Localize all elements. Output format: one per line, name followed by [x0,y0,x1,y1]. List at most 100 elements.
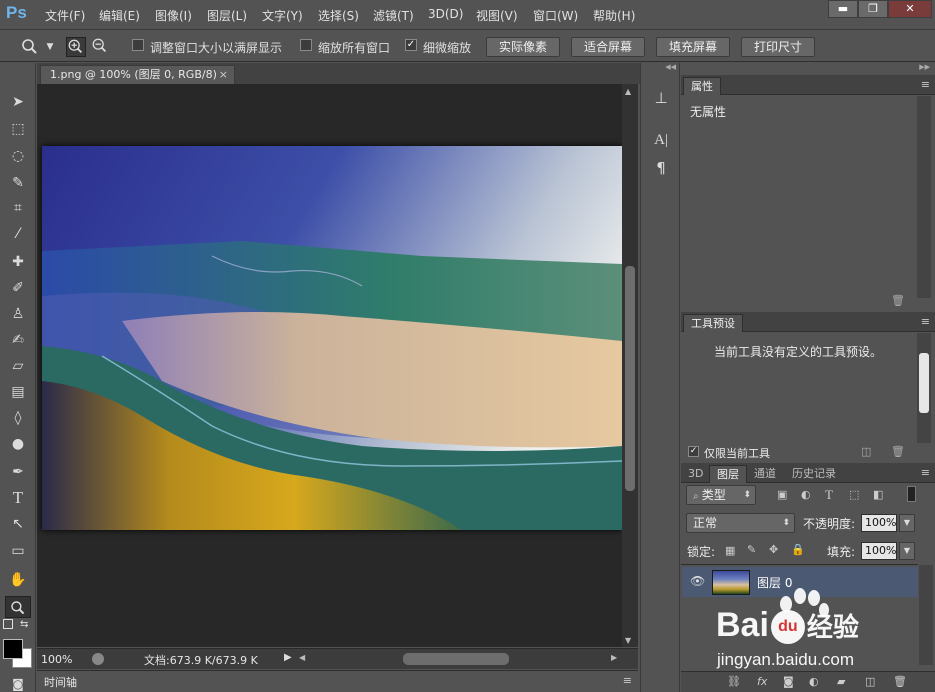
fill-dropdown-icon[interactable]: ▼ [899,542,915,560]
close-tab-icon[interactable]: × [219,66,228,83]
menu-layer[interactable]: 图层(L) [207,7,247,24]
pen-tool-icon[interactable]: ✒ [5,461,31,483]
lock-pixels-icon[interactable]: ✎ [747,543,756,556]
menu-select[interactable]: 选择(S) [318,7,359,24]
timeline-menu-icon[interactable]: ≡ [623,674,632,687]
zoom-level-field[interactable]: 100% [41,652,85,667]
eye-icon[interactable]: 👁 [690,574,705,588]
new-tool-preset-icon[interactable]: ◫ [861,445,871,458]
zoom-out-icon[interactable] [90,37,110,57]
filter-adjustment-icon[interactable]: ◐ [801,488,811,501]
foreground-color-swatch[interactable] [3,639,23,659]
lasso-tool-icon[interactable]: ◌ [5,145,31,167]
minimize-button[interactable]: ▬ [828,0,858,18]
maximize-button[interactable]: ❐ [858,0,888,18]
hand-tool-icon[interactable]: ✋ [5,569,31,591]
layers-menu-icon[interactable]: ≡ [921,466,930,479]
clone-stamp-tool-icon[interactable]: ♙ [5,303,31,325]
menu-file[interactable]: 文件(F) [45,7,85,24]
filter-pixel-icon[interactable]: ▣ [777,488,787,501]
menu-filter[interactable]: 滤镜(T) [373,7,414,24]
scrubby-zoom-checkbox[interactable]: ✓ [405,39,417,51]
filter-toggle-switch[interactable] [907,486,916,502]
zoom-all-windows-checkbox[interactable] [300,39,312,51]
dock-collapse-icon[interactable]: ◀◀ [641,63,679,71]
rectangle-tool-icon[interactable]: ▭ [5,540,31,562]
dodge-tool-icon[interactable]: ● [5,433,31,455]
actual-pixels-button[interactable]: 实际像素 [486,37,560,57]
default-colors-icon[interactable] [3,619,13,629]
status-menu-arrow-icon[interactable]: ▶ [284,652,292,663]
crop-tool-icon[interactable]: ⌗ [5,197,31,219]
horizontal-scroll-thumb[interactable] [403,653,509,665]
tab-tool-presets[interactable]: 工具预设 [683,314,743,332]
blend-mode-select[interactable]: 正常 ⬍ [686,513,795,533]
lock-transparent-icon[interactable]: ▦ [725,544,735,557]
gradient-tool-icon[interactable]: ▤ [5,381,31,403]
timeline-panel-bar[interactable]: 时间轴 ≡ [37,670,638,692]
tool-presets-scroll-thumb[interactable] [919,353,929,413]
lock-all-icon[interactable]: 🔒 [791,543,805,556]
delete-tool-preset-icon[interactable]: 🗑 [891,445,905,458]
document-tab[interactable]: 1.png @ 100% (图层 0, RGB/8) × [40,65,235,84]
properties-scrollbar[interactable] [917,96,931,298]
vertical-scroll-thumb[interactable] [625,266,635,491]
menu-view[interactable]: 视图(V) [476,7,518,24]
tab-layers[interactable]: 图层 [709,465,747,483]
menu-help[interactable]: 帮助(H) [593,7,635,24]
zoom-tool-icon[interactable] [5,596,31,618]
zoom-in-icon[interactable] [66,37,86,57]
properties-menu-icon[interactable]: ≡ [921,78,930,91]
lock-position-icon[interactable]: ✥ [769,543,778,556]
swap-colors-icon[interactable]: ⇆ [20,619,28,630]
print-size-button[interactable]: 打印尺寸 [741,37,815,57]
tab-channels[interactable]: 通道 [747,465,783,483]
opacity-field[interactable]: 100% [861,514,897,532]
panels-collapse-icon[interactable]: ▶▶ [919,63,930,71]
eyedropper-tool-icon[interactable]: ⁄ [5,223,31,245]
type-tool-icon[interactable]: T [5,487,31,509]
eraser-tool-icon[interactable]: ▱ [5,355,31,377]
status-info-icon[interactable] [92,653,104,665]
menu-window[interactable]: 窗口(W) [533,7,578,24]
current-tool-only-checkbox[interactable]: ✓ [688,446,699,457]
filter-shape-icon[interactable]: ⬚ [849,488,859,501]
menu-image[interactable]: 图像(I) [155,7,192,24]
resize-windows-checkbox[interactable] [132,39,144,51]
menu-edit[interactable]: 编辑(E) [99,7,140,24]
paragraph-panel-icon[interactable]: ¶ [649,157,673,179]
tool-presets-scrollbar[interactable] [917,333,931,443]
scroll-up-icon[interactable]: ▲ [625,87,631,96]
menu-type[interactable]: 文字(Y) [262,7,303,24]
vertical-scrollbar[interactable]: ▲ ▼ [622,84,638,647]
fit-screen-button[interactable]: 适合屏幕 [571,37,645,57]
tool-presets-menu-icon[interactable]: ≡ [921,315,930,328]
zoom-tool-preset-icon[interactable] [20,37,40,57]
tab-history[interactable]: 历史记录 [785,465,843,483]
quick-mask-icon[interactable]: ◙ [5,673,31,692]
blur-tool-icon[interactable]: ◊ [5,407,31,429]
tab-properties[interactable]: 属性 [683,77,721,95]
path-selection-tool-icon[interactable]: ↖ [5,513,31,535]
brush-tool-icon[interactable]: ✐ [5,277,31,299]
scroll-left-icon[interactable]: ◀ [299,653,305,662]
chevron-down-icon[interactable]: ▼ [40,37,60,57]
character-panel-icon[interactable]: A| [649,129,673,151]
fill-field[interactable]: 100% [861,542,897,560]
filter-type-icon[interactable]: T [825,487,833,503]
tab-3d[interactable]: 3D [681,465,710,483]
filter-smart-object-icon[interactable]: ◧ [873,488,883,501]
layer-filter-select[interactable]: ⌕ 类型 ⬍ [686,485,756,505]
close-button[interactable]: ✕ [888,0,932,18]
document-image[interactable] [42,146,622,530]
opacity-dropdown-icon[interactable]: ▼ [899,514,915,532]
fill-screen-button[interactable]: 填充屏幕 [656,37,730,57]
healing-brush-tool-icon[interactable]: ✚ [5,251,31,273]
history-brush-tool-icon[interactable]: ✍ [5,329,31,351]
menu-3d[interactable]: 3D(D) [428,7,463,21]
adjustment-panel-icon[interactable]: ⊥ [649,87,673,109]
move-tool-icon[interactable]: ➤ [5,91,31,113]
marquee-tool-icon[interactable]: ⬚ [5,118,31,140]
properties-trash-icon[interactable]: 🗑 [891,294,905,307]
quick-selection-tool-icon[interactable]: ✎ [5,172,31,194]
